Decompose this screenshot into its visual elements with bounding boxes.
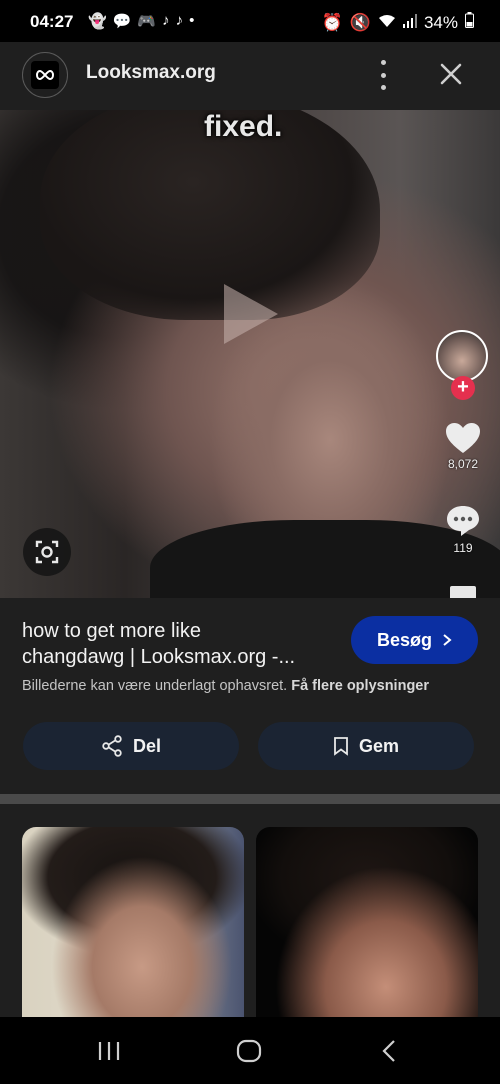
bookmark-icon [334, 737, 348, 756]
comment-icon [447, 506, 479, 536]
result-title-line-1[interactable]: how to get more like [22, 618, 342, 644]
more-options-icon[interactable] [370, 60, 396, 90]
chevron-right-icon [443, 634, 452, 646]
close-icon[interactable] [436, 59, 466, 89]
creator-avatar [436, 330, 488, 382]
related-image-1[interactable] [22, 827, 244, 1027]
comment-count: 119 [453, 541, 473, 555]
image-caption-text: fixed. [204, 110, 283, 143]
play-icon[interactable] [222, 282, 282, 346]
discord-icon: 🎮 [137, 13, 157, 30]
like-count: 8,072 [447, 457, 479, 471]
back-icon[interactable] [378, 1037, 400, 1065]
preview-image[interactable]: fixed. + 8,072 119 [0, 110, 500, 598]
like-stat: 8,072 [438, 422, 488, 471]
result-info: how to get more like changdawg | Looksma… [0, 598, 500, 794]
bookmark-partial-icon [450, 586, 476, 598]
more-notifications-dot: • [189, 12, 195, 29]
home-icon[interactable] [236, 1037, 262, 1065]
alarm-icon: ⏰ [321, 12, 343, 32]
site-favicon[interactable] [22, 52, 68, 98]
lens-search-button[interactable] [23, 528, 71, 576]
notification-icons: 👻 💬 🎮 ♪ ♪ • [88, 12, 194, 30]
visit-button-label: Besøg [376, 629, 432, 650]
save-button[interactable]: Gem [258, 722, 474, 770]
snapchat-icon: 👻 [88, 13, 107, 30]
section-divider [0, 794, 500, 804]
system-icons: ⏰ 🔇 34% [322, 12, 474, 33]
follow-plus-icon: + [451, 376, 475, 400]
share-button-label: Del [132, 735, 161, 756]
chat-icon: 💬 [112, 13, 132, 30]
battery-icon [465, 12, 474, 33]
visit-button[interactable]: Besøg [351, 616, 478, 664]
lens-icon [35, 540, 59, 564]
comment-stat: 119 [438, 504, 488, 555]
share-button[interactable]: Del [23, 722, 239, 770]
copyright-text: Billederne kan være underlagt ophavsret. [22, 678, 288, 694]
signal-icon [402, 13, 417, 33]
share-icon [102, 735, 122, 757]
save-button-label: Gem [358, 735, 400, 756]
heart-icon [446, 423, 480, 453]
status-bar: 04:27 👻 💬 🎮 ♪ ♪ • ⏰ 🔇 34% [0, 0, 500, 42]
infinity-logo-icon [31, 61, 59, 89]
more-info-link[interactable]: Få flere oplysninger [291, 678, 429, 694]
tiktok-icon: ♪ [175, 12, 184, 29]
result-title[interactable]: how to get more like changdawg | Looksma… [22, 618, 342, 670]
mute-icon: 🔇 [349, 12, 371, 32]
recent-apps-icon[interactable] [96, 1037, 122, 1065]
wifi-icon [378, 13, 396, 33]
system-nav-bar [0, 1017, 500, 1084]
preview-header: Looksmax.org [0, 42, 500, 110]
clock: 04:27 [30, 12, 74, 31]
copyright-notice: Billederne kan være underlagt ophavsret.… [22, 678, 429, 694]
battery-percentage: 34% [423, 12, 458, 32]
tiktok-icon: ♪ [162, 12, 170, 29]
related-image-2[interactable] [256, 827, 478, 1027]
site-name[interactable]: Looksmax.org [86, 62, 216, 84]
result-title-line-2[interactable]: changdawg | Looksmax.org -... [22, 644, 342, 670]
